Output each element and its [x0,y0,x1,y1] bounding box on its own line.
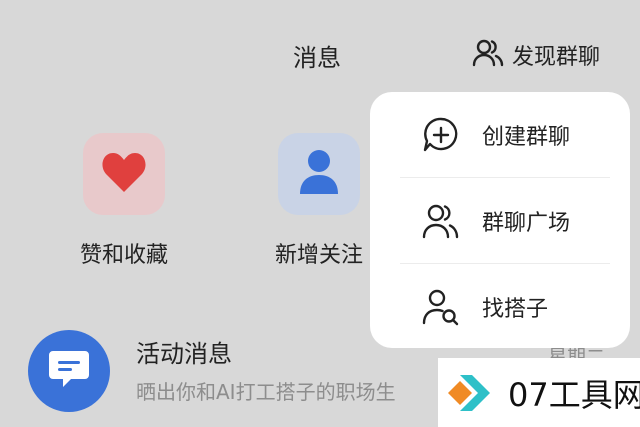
new-followers-entry[interactable]: 新增关注 [249,133,389,269]
followers-tile [278,133,360,215]
discover-group-chat-label: 发现群聊 [512,45,601,70]
watermark-text: 07工具网 [508,375,640,414]
menu-item-create-group[interactable]: 创建群聊 [370,92,630,177]
new-followers-label: 新增关注 [274,243,363,268]
discover-group-chat-button[interactable]: 发现群聊 [472,38,600,72]
users-icon [422,202,460,240]
person-icon [297,148,341,200]
likes-tile [83,133,165,215]
watermark-logo [446,367,498,419]
message-title: 活动消息 [136,340,232,368]
activity-avatar [28,330,110,412]
menu-item-label: 群聊广场 [482,210,571,236]
users-icon [472,38,504,72]
page-title: 消息 [293,44,341,72]
group-chat-popup-menu: 创建群聊 群聊广场 找搭子 [370,92,630,348]
heart-icon [100,150,148,198]
menu-item-label: 创建群聊 [482,124,571,150]
likes-favorites-label: 赞和收藏 [79,243,168,268]
watermark: 07工具网 [438,358,640,427]
message-preview: 晒出你和AI打工搭子的职场生 [136,380,396,404]
menu-item-find-partner[interactable]: 找搭子 [370,264,630,349]
chat-bubble-icon [47,349,91,393]
chat-add-icon [422,116,460,154]
menu-item-group-plaza[interactable]: 群聊广场 [370,178,630,263]
likes-favorites-entry[interactable]: 赞和收藏 [54,133,194,269]
menu-item-label: 找搭子 [482,296,549,322]
person-search-icon [422,288,460,326]
